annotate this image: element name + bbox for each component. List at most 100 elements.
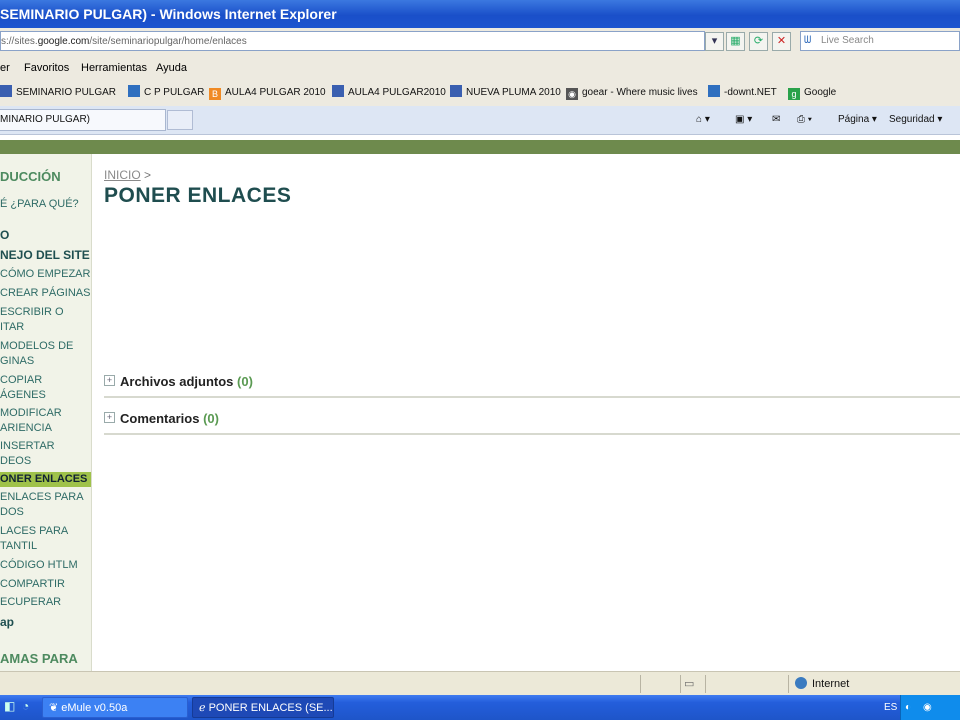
favorite-label: NUEVA PLUMA 2010 [466,87,561,98]
print-icon[interactable]: ⎙ ▾ [797,106,812,134]
status-divider [680,675,681,693]
google-icon: g [788,88,800,100]
comments-header: Comentarios (0) [120,411,219,426]
sidebar-item-modificar-cont[interactable]: ARIENCIA [0,421,52,436]
page-icon [450,85,462,97]
sidebar-item-copiar[interactable]: COPIAR [0,373,42,388]
feeds-icon[interactable]: ▣ ▾ [735,106,752,134]
new-tab-button[interactable] [167,110,193,130]
sidebar-item-sitemap[interactable]: ap [0,615,14,630]
breadcrumb: INICIO > [104,168,151,182]
mail-icon[interactable]: ✉ [772,106,780,134]
status-divider [640,675,641,693]
sidebar-item-enlaces-para-cont[interactable]: DOS [0,505,24,520]
sidebar-item-para-que[interactable]: É ¿PARA QUÉ? [0,197,79,212]
ie-page-icon [708,85,720,97]
search-placeholder: Live Search [821,35,874,46]
quick-launch-icon[interactable]: ◔ [22,699,29,713]
refresh-button[interactable]: ⟳ [749,32,768,51]
home-icon[interactable]: ⌂ ▾ [696,106,710,134]
sidebar-item-manejo-del-site[interactable]: NEJO DEL SITE [0,248,90,263]
tab-bar: MINARIO PULGAR) ⌂ ▾ ▣ ▾ ✉ ⎙ ▾ Página ▾ S… [0,106,960,135]
sidebar-item-copiar-cont[interactable]: ÁGENES [0,388,46,403]
sidebar-item-enlaces-infantil[interactable]: LACES PARA [0,524,68,539]
window-title-bar[interactable]: SEMINARIO PULGAR) - Windows Internet Exp… [0,0,960,28]
favorites-bar: SEMINARIO PULGAR C P PULGAR B AULA4 PULGA… [0,80,960,107]
sidebar-item-escribir[interactable]: ESCRIBIR O [0,305,64,320]
sidebar-item-insertar-cont[interactable]: DEOS [0,454,31,469]
address-dropdown-button[interactable]: ▾ [705,32,724,51]
expand-icon[interactable]: + [104,375,115,386]
sidebar-item-modelos-cont[interactable]: GINAS [0,354,34,369]
page-icon [332,85,344,97]
tab-label: MINARIO PULGAR) [0,114,91,125]
attachments-section[interactable]: + Archivos adjuntos (0) [104,370,960,398]
status-panel-icon: ▭ [684,678,695,690]
tray-icon[interactable]: ◐ [905,695,911,720]
security-menu-button[interactable]: Seguridad ▾ [889,106,942,134]
favorite-item[interactable]: AULA4 PULGAR2010 [332,80,446,106]
sidebar-item-o[interactable]: O [0,228,9,243]
menu-item-view[interactable]: er [0,56,10,80]
favorite-item[interactable]: NUEVA PLUMA 2010 [450,80,561,106]
menu-item-favorites[interactable]: Favoritos [24,56,69,80]
address-prefix: s://sites. [1,36,38,47]
comments-section[interactable]: + Comentarios (0) [104,407,960,435]
address-input[interactable]: s://sites.google.com/site/seminariopulga… [0,31,705,51]
menu-bar: er Favoritos Herramientas Ayuda [0,56,960,80]
site-sidebar: DUCCIÓN É ¿PARA QUÉ? O NEJO DEL SITE CÓM… [0,154,92,671]
menu-item-help[interactable]: Ayuda [156,56,187,80]
taskbar-button-emule[interactable]: ❦ eMule v0.50a [42,697,188,718]
sidebar-item-como-empezar[interactable]: CÓMO EMPEZAR [0,267,90,282]
favorite-item[interactable]: C P PULGAR [128,80,204,106]
favorite-item[interactable]: -downt.NET [708,80,777,106]
page-content: INICIO > PONER ENLACES + Archivos adjunt… [92,154,960,671]
security-zone[interactable]: Internet [795,675,849,693]
favorite-item[interactable]: B AULA4 PULGAR 2010 [209,80,326,106]
breadcrumb-home-link[interactable]: INICIO [104,168,141,182]
search-input[interactable]: ᗯ Live Search [800,31,960,51]
sidebar-item-programas-para[interactable]: AMAS PARA [0,651,78,666]
sidebar-item-compartir[interactable]: COMPARTIR [0,577,65,592]
sidebar-item-recuperar[interactable]: ECUPERAR [0,595,61,610]
sidebar-item-escribir-cont[interactable]: ITAR [0,320,24,335]
taskbar-button-ie[interactable]: ℯ PONER ENLACES (SE... [192,697,334,718]
tab-current[interactable]: MINARIO PULGAR) [0,109,166,131]
menu-item-tools[interactable]: Herramientas [81,56,147,80]
sidebar-item-enlaces-para[interactable]: ENLACES PARA [0,490,84,505]
close-icon: ✕ [776,35,787,47]
sidebar-item-insertar[interactable]: INSERTAR [0,439,55,454]
sidebar-item-introduccion[interactable]: DUCCIÓN [0,169,61,184]
favorite-label: C P PULGAR [144,87,205,98]
blogger-icon: B [209,88,221,100]
language-indicator[interactable]: ES [884,695,897,720]
status-bar: ▭ Internet [0,671,960,696]
emule-icon: ❦ [49,702,62,714]
sidebar-item-codigo-html[interactable]: CÓDIGO HTLM [0,558,78,573]
site-header-band [0,140,960,154]
sidebar-item-modelos[interactable]: MODELOS DE [0,339,73,354]
favorite-item[interactable]: g Google [788,80,836,106]
sidebar-item-enlaces-infantil-cont[interactable]: TANTIL [0,539,37,554]
sidebar-item-crear-paginas[interactable]: CREAR PÁGINAS [0,286,90,301]
favorite-item[interactable]: SEMINARIO PULGAR [0,80,116,106]
windows-taskbar: ◧ ◔ ❦ eMule v0.50a ℯ PONER ENLACES (SE..… [0,695,960,720]
refresh-icon: ⟳ [753,35,764,47]
favorite-item[interactable]: ◉ goear - Where music lives [566,80,698,106]
expand-icon[interactable]: + [104,412,115,423]
ie-icon: ℯ [199,702,209,714]
window-title: SEMINARIO PULGAR) - Windows Internet Exp… [0,6,337,22]
favorite-label: -downt.NET [724,87,777,98]
sidebar-item-poner-enlaces[interactable]: ONER ENLACES [0,472,91,487]
page-menu-label: Página [838,114,870,125]
attachments-label: Archivos adjuntos [120,374,234,389]
page-menu-button[interactable]: Página ▾ [838,106,877,134]
quick-launch-icon[interactable]: ◧ [4,699,15,713]
stop-button[interactable]: ✕ [772,32,791,51]
page-icon [0,85,12,97]
tray-icon[interactable]: ◉ [923,695,932,720]
sidebar-item-modificar[interactable]: MODIFICAR [0,406,62,421]
compatibility-button[interactable]: ▦ [726,32,745,51]
breadcrumb-separator: > [144,168,152,182]
address-domain: google.com [37,36,90,47]
